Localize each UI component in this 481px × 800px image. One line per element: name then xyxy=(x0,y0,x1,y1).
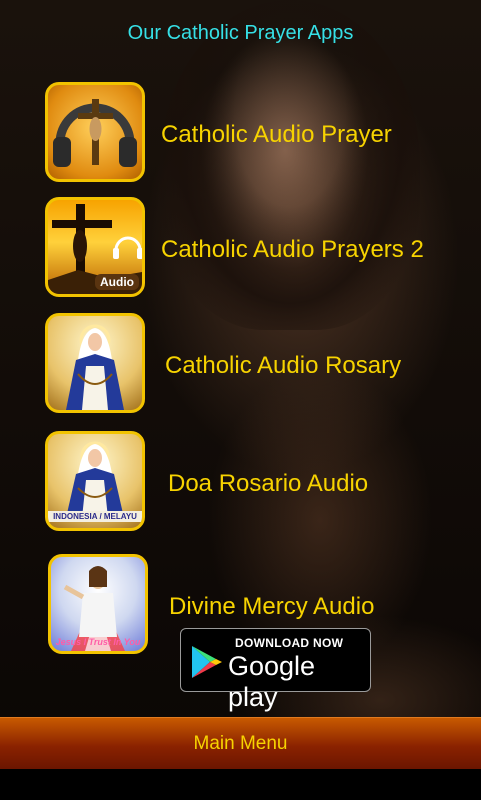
app-label[interactable]: Doa Rosario Audio xyxy=(168,470,368,498)
divine-mercy-icon[interactable]: Jesus I Trust In You xyxy=(48,554,148,654)
virgin-mary-rosary-icon[interactable]: INDONESIA / MELAYU xyxy=(45,431,145,531)
google-play-brand-text: Google play xyxy=(228,651,316,712)
divine-mercy-caption: Jesus I Trust In You xyxy=(55,637,141,647)
indonesia-melayu-band: INDONESIA / MELAYU xyxy=(48,511,142,522)
crucifix-sunset-icon[interactable]: Audio xyxy=(45,197,145,297)
google-play-icon xyxy=(192,646,222,678)
download-now-text: DOWNLOAD NOW xyxy=(235,636,344,650)
app-label[interactable]: Catholic Audio Prayer xyxy=(161,121,392,149)
app-item-doa-rosario-audio[interactable]: INDONESIA / MELAYU Doa Rosario Audio xyxy=(45,431,465,536)
page-title: Our Catholic Prayer Apps xyxy=(127,22,354,44)
app-item-catholic-audio-prayer[interactable]: Catholic Audio Prayer xyxy=(45,82,465,187)
app-label[interactable]: Catholic Audio Prayers 2 xyxy=(161,236,424,264)
google-play-download-button[interactable]: DOWNLOAD NOW Google play xyxy=(180,628,371,712)
virgin-mary-rosary-icon[interactable] xyxy=(45,313,145,413)
audio-crucifix-headphones-icon[interactable] xyxy=(45,82,145,182)
app-item-catholic-audio-rosary[interactable]: Catholic Audio Rosary xyxy=(45,313,465,418)
main-menu-button[interactable]: Main Menu xyxy=(0,717,481,770)
bottom-spacer xyxy=(0,769,481,800)
audio-badge: Audio xyxy=(95,274,139,290)
app-item-catholic-audio-prayers-2[interactable]: Audio Catholic Audio Prayers 2 xyxy=(45,197,465,302)
app-label[interactable]: Catholic Audio Rosary xyxy=(165,352,401,380)
app-label[interactable]: Divine Mercy Audio xyxy=(169,593,374,621)
main-menu-label: Main Menu xyxy=(193,733,288,754)
